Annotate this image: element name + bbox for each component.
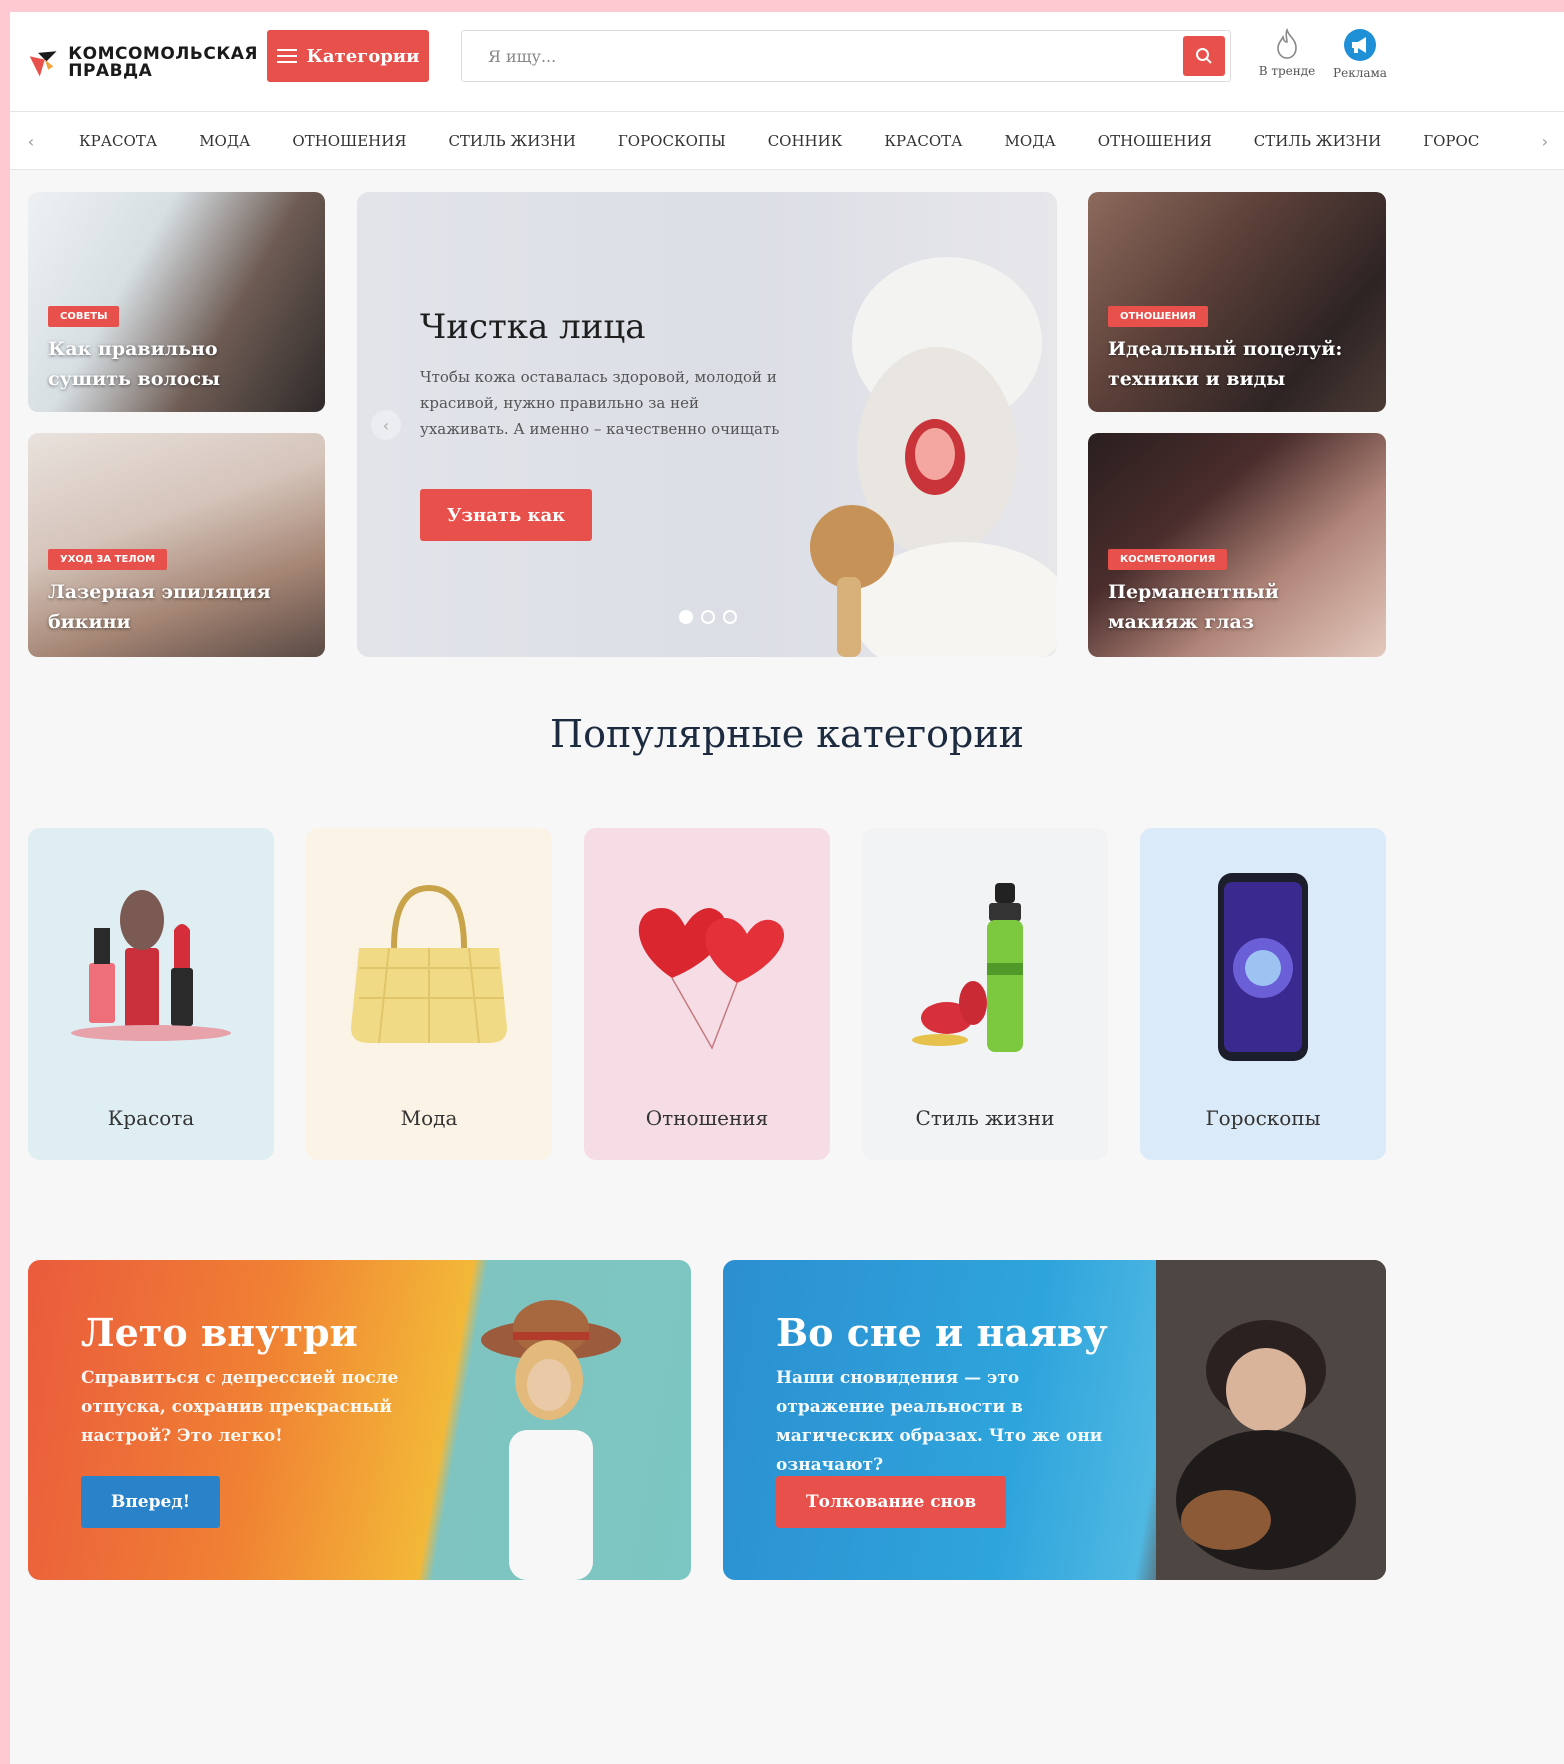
search-input[interactable] [462,31,1162,81]
chevron-left-icon: ‹ [27,131,35,151]
site-logo[interactable]: Комсомольская Правда [28,38,258,88]
categories-button[interactable]: Категории [267,30,429,82]
kp-logo-icon [29,51,57,77]
flame-icon [1277,28,1297,59]
hero-slider: Чистка лица Чтобы кожа оставалась здоров… [357,192,1057,657]
smartphone-horoscope-icon [1218,873,1308,1061]
ads-label: Реклама [1333,66,1387,80]
category-name: Отношения [645,1106,769,1130]
nav-item-relations[interactable]: ОТНОШЕНИЯ [271,132,427,150]
article-tag: ОТНОШЕНИЯ [1108,306,1208,327]
promo-forward-button[interactable]: Вперед! [81,1476,221,1528]
sleeping-woman-illustration [1156,1260,1386,1580]
nav-item-beauty[interactable]: КРАСОТА [863,132,983,150]
category-card-lifestyle[interactable]: Стиль жизни [862,828,1108,1160]
article-card-hair-drying[interactable]: СОВЕТЫ Как правильно сушить волосы [28,192,325,412]
category-name: Стиль жизни [915,1106,1055,1130]
search-icon [1196,48,1212,64]
promo-dream-interpretation-button[interactable]: Толкование снов [776,1476,1007,1528]
nav-item-beauty[interactable]: КРАСОТА [58,132,178,150]
article-tag: КОСМЕТОЛОГИЯ [1108,549,1228,570]
heart-balloons-icon [638,908,785,1050]
article-card-laser-epilation[interactable]: УХОД ЗА ТЕЛОМ Лазерная эпиляция бикини [28,433,325,657]
summer-woman-illustration [481,1300,621,1580]
category-card-fashion[interactable]: Мода [306,828,552,1160]
nav-item-lifestyle[interactable]: СТИЛЬ ЖИЗНИ [427,132,596,150]
slider-prev-button[interactable]: ‹ [371,410,401,440]
search-bar [461,30,1231,82]
nav-item-horoscopes[interactable]: ГОРОС [1402,132,1500,150]
category-card-relations[interactable]: Отношения [584,828,830,1160]
slider-dot[interactable] [679,610,693,624]
slider-dot[interactable] [701,610,715,624]
promo-text: Справиться с депрессией после отпуска, с… [81,1368,399,1446]
promo-dreams: Во сне и наяву Наши сновидения — это отр… [723,1260,1386,1580]
nav-item-horoscopes[interactable]: ГОРОСКОПЫ [597,132,747,150]
megaphone-icon [1344,29,1376,61]
nav-items: КРАСОТА МОДА ОТНОШЕНИЯ СТИЛЬ ЖИЗНИ ГОРОС… [58,112,1528,170]
category-nav: ‹ КРАСОТА МОДА ОТНОШЕНИЯ СТИЛЬ ЖИЗНИ ГОР… [10,112,1564,170]
article-tag: УХОД ЗА ТЕЛОМ [48,549,168,570]
menu-icon [276,49,297,63]
logo-text: Комсомольская Правда [68,46,258,80]
cosmetics-icon [71,890,231,1041]
slide-text: Чтобы кожа оставалась здоровой, молодой … [420,368,780,438]
article-title: Перманентный макияж глаз [1108,581,1279,633]
water-bottle-icon [912,883,1023,1052]
ads-link[interactable]: Реклама [1324,28,1396,92]
slider-dots [679,610,737,624]
promo-title: Во сне и наяву [776,1310,1108,1355]
categories-button-label: Категории [306,45,420,67]
handbag-icon [351,884,507,1044]
nav-next-button[interactable]: › [1530,112,1560,170]
face-mask-illustration [810,257,1057,657]
page: Комсомольская Правда Категории В тренде [10,12,1564,1764]
trending-link[interactable]: В тренде [1254,28,1320,92]
search-button[interactable] [1183,36,1225,76]
slide-cta-button[interactable]: Узнать как [420,489,592,541]
promo-title: Лето внутри [81,1310,358,1355]
trending-label: В тренде [1258,64,1316,78]
popular-categories-title: Популярные категории [550,712,1024,756]
nav-item-fashion[interactable]: МОДА [178,132,271,150]
promo-summer-inside: Лето внутри Справиться с депрессией посл… [28,1260,691,1580]
article-title: Идеальный поцелуй: техники и виды [1108,338,1343,390]
chevron-right-icon: › [1541,131,1549,151]
nav-item-lifestyle[interactable]: СТИЛЬ ЖИЗНИ [1233,132,1402,150]
slider-dot[interactable] [723,610,737,624]
promo-text: Наши сновидения — это отражение реальнос… [776,1368,1103,1475]
logo-line-2: Правда [68,61,153,81]
site-header: Комсомольская Правда Категории В тренде [10,12,1564,112]
category-name: Гороскопы [1205,1106,1321,1130]
article-card-kiss[interactable]: ОТНОШЕНИЯ Идеальный поцелуй: техники и в… [1088,192,1386,412]
nav-prev-button[interactable]: ‹ [16,112,46,170]
article-title: Лазерная эпиляция бикини [48,581,271,633]
nav-item-dreambook[interactable]: СОННИК [747,132,864,150]
article-tag: СОВЕТЫ [48,306,120,327]
nav-item-relations[interactable]: ОТНОШЕНИЯ [1077,132,1233,150]
category-card-beauty[interactable]: Красота [28,828,274,1160]
chevron-left-icon: ‹ [382,415,390,435]
nav-item-fashion[interactable]: МОДА [984,132,1077,150]
category-card-horoscopes[interactable]: Гороскопы [1140,828,1386,1160]
slide-title: Чистка лица [420,307,646,347]
category-name: Красота [107,1106,195,1130]
article-title: Как правильно сушить волосы [48,338,221,390]
category-name: Мода [400,1106,458,1130]
article-card-permanent-makeup[interactable]: КОСМЕТОЛОГИЯ Перманентный макияж глаз [1088,433,1386,657]
